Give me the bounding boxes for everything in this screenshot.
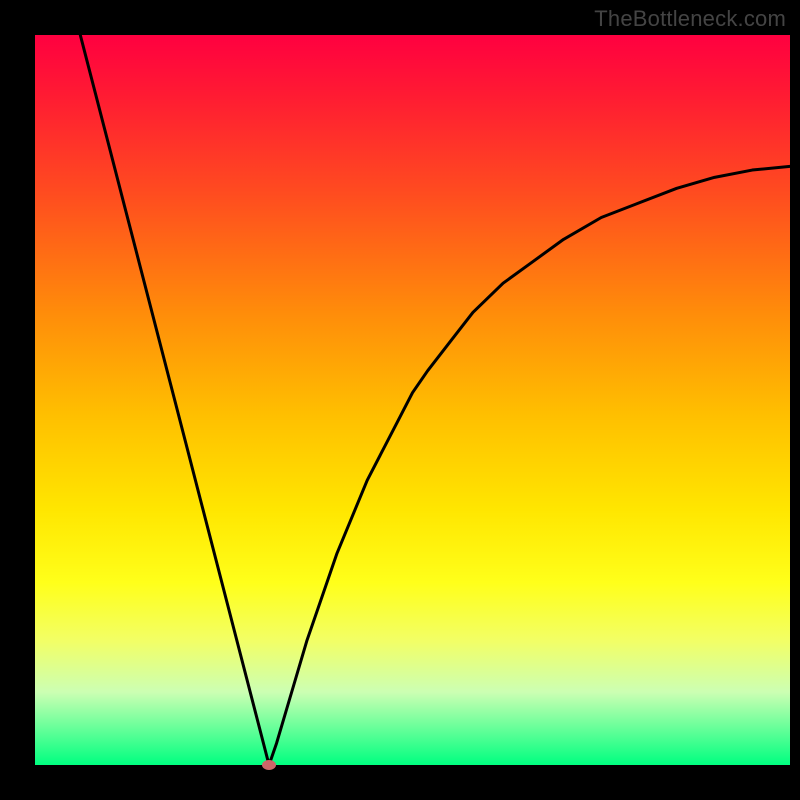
plot-area — [35, 35, 790, 765]
bottleneck-curve — [35, 35, 790, 765]
optimal-point-marker — [262, 760, 276, 770]
chart-frame: TheBottleneck.com — [0, 0, 800, 800]
watermark-text: TheBottleneck.com — [594, 6, 786, 32]
